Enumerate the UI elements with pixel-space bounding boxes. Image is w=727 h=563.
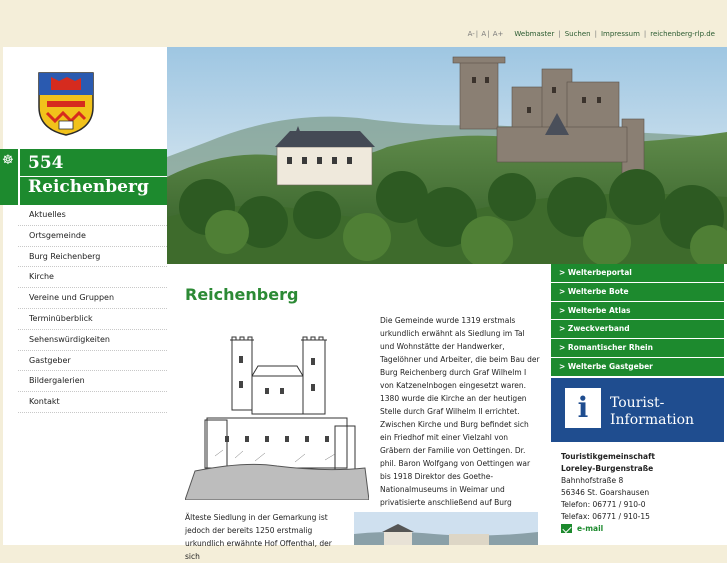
top-strip bbox=[0, 0, 727, 28]
nav-item-sehenswuerdigkeiten[interactable]: Sehenswürdigkeiten bbox=[18, 330, 167, 351]
contact-org: Touristikgemeinschaft bbox=[561, 452, 655, 461]
link-romantischer-rhein[interactable]: > Romantischer Rhein bbox=[551, 339, 724, 358]
coat-of-arms-logo[interactable] bbox=[37, 71, 95, 137]
font-size-controls: A-| A| A+ bbox=[467, 30, 504, 38]
link-welterbe-bote[interactable]: > Welterbe Bote bbox=[551, 282, 724, 302]
page-title: Reichenberg bbox=[185, 285, 299, 304]
nav-item-kontakt[interactable]: Kontakt bbox=[18, 392, 167, 413]
tourist-information-banner[interactable]: i Tourist- Information bbox=[551, 378, 724, 442]
email-link[interactable]: e-mail bbox=[561, 524, 603, 533]
contact-street: Bahnhofstraße 8 bbox=[561, 476, 624, 485]
nav-item-ortsgemeinde[interactable]: Ortsgemeinde bbox=[18, 226, 167, 247]
compass-icon: ☸ bbox=[2, 153, 14, 168]
nav-item-burg-reichenberg[interactable]: Burg Reichenberg bbox=[18, 247, 167, 268]
contact-phone: Telefon: 06771 / 910-0 bbox=[561, 500, 646, 509]
castle-drawing-image bbox=[185, 336, 369, 500]
crest-area bbox=[3, 47, 167, 148]
nav-item-aktuelles[interactable]: Aktuelles bbox=[18, 205, 167, 226]
contact-block: Touristikgemeinschaft Loreley-Burgenstra… bbox=[561, 451, 721, 523]
castle-landscape-image bbox=[167, 47, 727, 264]
link-zweckverband[interactable]: > Zweckverband bbox=[551, 320, 724, 340]
info-icon: i bbox=[577, 391, 589, 424]
compass-box: ☸ bbox=[0, 149, 20, 205]
tourist-title-line1: Tourist- bbox=[610, 395, 665, 411]
email-label: e-mail bbox=[577, 524, 604, 533]
link-welterbe-atlas[interactable]: > Welterbe Atlas bbox=[551, 301, 724, 321]
history-text: Älteste Siedlung in der Gemarkung ist je… bbox=[185, 513, 332, 561]
font-larger-button[interactable]: A+ bbox=[493, 30, 504, 38]
nav-item-gastgeber[interactable]: Gastgeber bbox=[18, 351, 167, 372]
domain-link[interactable]: reichenberg-rlp.de bbox=[650, 30, 715, 38]
intro-text: Die Gemeinde wurde 1319 erstmals urkundl… bbox=[380, 316, 540, 520]
contact-city: 56346 St. Goarshausen bbox=[561, 488, 650, 497]
webmaster-link[interactable]: Webmaster bbox=[514, 30, 554, 38]
envelope-icon bbox=[561, 524, 572, 533]
municipality-name: Reichenberg bbox=[28, 177, 149, 197]
municipality-banner: ☸ 554 Reichenberg bbox=[0, 149, 167, 205]
link-welterbeportal[interactable]: > Welterbeportal bbox=[551, 264, 724, 283]
imprint-link[interactable]: Impressum bbox=[601, 30, 640, 38]
village-photo bbox=[354, 512, 538, 545]
contact-org2: Loreley-Burgenstraße bbox=[561, 464, 654, 473]
info-icon-box: i bbox=[565, 388, 601, 428]
nav-item-vereine[interactable]: Vereine und Gruppen bbox=[18, 288, 167, 309]
link-welterbe-gastgeber[interactable]: > Welterbe Gastgeber bbox=[551, 357, 724, 377]
welterbe-navigation: > Welterbeportal > Welterbe Bote > Welte… bbox=[551, 264, 724, 377]
tourist-title-line2: Information bbox=[610, 412, 695, 428]
hero-castle-photo bbox=[167, 47, 727, 264]
nav-item-kirche[interactable]: Kirche bbox=[18, 267, 167, 289]
font-normal-button[interactable]: A bbox=[481, 30, 486, 38]
nav-item-termine[interactable]: Terminüberblick bbox=[18, 309, 167, 330]
municipality-number: 554 bbox=[28, 153, 64, 173]
main-navigation: Aktuelles Ortsgemeinde Burg Reichenberg … bbox=[18, 205, 167, 413]
font-smaller-button[interactable]: A- bbox=[468, 30, 475, 38]
contact-fax: Telefax: 06771 / 910-15 bbox=[561, 512, 650, 521]
search-link[interactable]: Suchen bbox=[565, 30, 591, 38]
utility-bar: A-| A| A+ Webmaster | Suchen | Impressum… bbox=[467, 30, 715, 38]
nav-item-bildergalerien[interactable]: Bildergalerien bbox=[18, 371, 167, 393]
